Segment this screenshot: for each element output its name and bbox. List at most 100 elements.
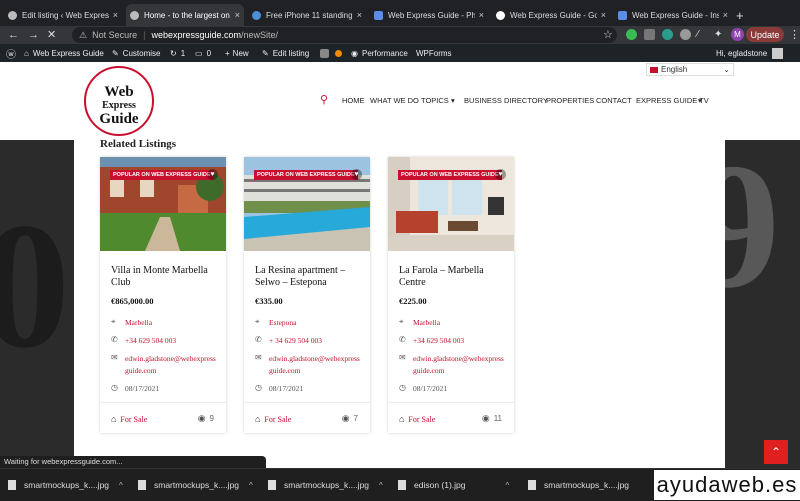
listing-card[interactable]: POPULAR ON WEB EXPRESS GUIDE ♥ La Farola…: [388, 157, 514, 433]
address-bar-row: ← → ✕ ⚠ Not Secure | webexpressguide.com…: [0, 26, 800, 44]
card-divider: [244, 402, 370, 403]
close-icon[interactable]: ×: [113, 10, 118, 20]
card-divider: [100, 402, 226, 403]
yoast-icon[interactable]: [320, 44, 329, 62]
tab-google[interactable]: Web Express Guide - Goog×: [492, 4, 610, 26]
url-divider: |: [143, 30, 146, 40]
download-item[interactable]: smartmockups_k....jpg ^: [268, 478, 383, 492]
bookmark-star-icon[interactable]: ☆: [603, 28, 613, 42]
chevron-up-icon[interactable]: ^: [379, 481, 383, 490]
chevron-up-icon[interactable]: ^: [119, 481, 123, 490]
wp-site-link[interactable]: ⌂ Web Express Guide: [24, 44, 104, 62]
tab-insights[interactable]: Web Express Guide - Insigh×: [614, 4, 732, 26]
nav-home[interactable]: HOME: [342, 96, 365, 105]
listing-phone[interactable]: ✆ +34 629 504 003: [399, 335, 505, 347]
listing-location[interactable]: ⌖ Marbella: [111, 317, 217, 329]
wp-new-link[interactable]: + New: [225, 44, 249, 62]
chevron-up-icon[interactable]: ^: [506, 481, 510, 490]
listing-status[interactable]: ⌂ For Sale: [111, 414, 147, 424]
nav-contact[interactable]: CONTACT: [596, 96, 632, 105]
download-item[interactable]: edison (1).jpg ^: [398, 478, 509, 492]
tab-edit-listing[interactable]: Edit listing ‹ Web Express G×: [4, 4, 122, 26]
url-bar[interactable]: ⚠ Not Secure | webexpressguide.com/newSi…: [72, 27, 617, 43]
back-to-top-button[interactable]: ⌃: [764, 440, 788, 464]
listing-status[interactable]: ⌂ For Sale: [399, 414, 435, 424]
listing-title[interactable]: La Farola – Marbella Centre: [399, 265, 507, 289]
file-icon: [8, 480, 16, 490]
listing-card[interactable]: POPULAR ON WEB EXPRESS GUIDE ♥ La Resina…: [244, 157, 370, 433]
favorite-heart-icon[interactable]: ♥: [495, 169, 506, 180]
extension-shield-icon[interactable]: [644, 29, 655, 40]
extension-grammarly-icon[interactable]: [626, 29, 637, 40]
close-icon[interactable]: ×: [357, 10, 362, 20]
close-icon[interactable]: ×: [723, 10, 728, 20]
wp-updates-link[interactable]: ↻ 1: [170, 44, 185, 62]
close-icon[interactable]: ×: [235, 10, 240, 20]
phone-icon: ✆: [255, 335, 262, 344]
url-path: /newSite/: [241, 30, 279, 40]
wordpress-logo-icon[interactable]: ⓦ: [6, 44, 16, 62]
listing-views: ◉ 9: [197, 413, 214, 423]
listing-email[interactable]: ✉ edwin.gladstone@webexpressguide.com: [255, 353, 361, 377]
listing-title[interactable]: La Resina apartment – Selwo – Estepona: [255, 265, 363, 289]
download-item[interactable]: smartmockups_k....jpg: [528, 478, 629, 492]
brush-icon: ✎: [112, 48, 119, 58]
profile-avatar[interactable]: M: [731, 28, 744, 41]
wp-customise-link[interactable]: ✎ Customise: [112, 44, 161, 62]
menu-kebab-icon[interactable]: ⋮: [789, 28, 800, 42]
wp-wpforms-link[interactable]: WPForms: [416, 44, 452, 62]
favorite-heart-icon[interactable]: ♥: [207, 169, 218, 180]
envelope-icon: ✉: [111, 353, 118, 362]
chevron-up-icon: ⌃: [770, 445, 782, 459]
download-item[interactable]: smartmockups_k....jpg ^: [138, 478, 253, 492]
wordpress-icon: [8, 10, 17, 20]
search-icon[interactable]: ⚲: [320, 93, 328, 106]
download-item[interactable]: smartmockups_k....jpg ^: [8, 478, 123, 492]
site-logo[interactable]: Web Express Guide: [84, 66, 154, 136]
chevron-up-icon[interactable]: ^: [249, 481, 253, 490]
extension-gray-icon[interactable]: [680, 29, 691, 40]
warning-icon: ⚠: [79, 29, 88, 40]
extension-circle-icon[interactable]: [662, 29, 673, 40]
forward-arrow-icon[interactable]: →: [28, 28, 39, 42]
close-icon[interactable]: ×: [479, 10, 484, 20]
tab-free-iphone[interactable]: Free iPhone 11 standing on×: [248, 4, 366, 26]
insights-icon: [618, 10, 627, 20]
tab-home[interactable]: Home - to the largest on an×: [126, 4, 244, 26]
wp-performance-link[interactable]: ◉ Performance: [351, 44, 408, 62]
wp-account-link[interactable]: Hi, egladstone: [716, 44, 784, 62]
back-arrow-icon[interactable]: ←: [8, 28, 19, 42]
listing-location[interactable]: ⌖ Marbella: [399, 317, 505, 329]
close-icon[interactable]: ×: [601, 10, 606, 20]
nav-properties[interactable]: PROPERTIES: [546, 96, 594, 105]
popular-badge: POPULAR ON WEB EXPRESS GUIDE: [110, 170, 214, 180]
listing-location[interactable]: ⌖ Estepona: [255, 317, 361, 329]
wp-comments-link[interactable]: ▭ 0: [195, 44, 211, 62]
pencil-icon: ✎: [262, 48, 269, 58]
listing-email[interactable]: ✉ edwin.gladstone@webexpressguide.com: [111, 353, 217, 377]
eyedropper-icon[interactable]: ⁄: [697, 28, 699, 42]
nav-what-we-do[interactable]: WHAT WE DO: [370, 96, 419, 105]
listing-phone[interactable]: ✆ + 34 629 504 003: [255, 335, 361, 347]
listing-email[interactable]: ✉ edwin.gladstone@webexpressguide.com: [399, 353, 505, 377]
favorite-heart-icon[interactable]: ♥: [351, 169, 362, 180]
listing-card[interactable]: POPULAR ON WEB EXPRESS GUIDE ♥ Villa in …: [100, 157, 226, 433]
clock-icon: ◷: [399, 383, 406, 392]
listing-status[interactable]: ⌂ For Sale: [255, 414, 291, 424]
envelope-icon: ✉: [255, 353, 262, 362]
nav-topics[interactable]: TOPICS: [421, 96, 449, 105]
nav-business-directory[interactable]: BUSINESS DIRECTORY: [464, 96, 548, 105]
listing-title[interactable]: Villa in Monte Marbella Club: [111, 265, 219, 289]
stop-loading-icon[interactable]: ✕: [47, 28, 56, 42]
home-icon: ⌂: [24, 48, 29, 58]
popular-badge: POPULAR ON WEB EXPRESS GUIDE: [398, 170, 502, 180]
related-listings-heading: Related Listings: [100, 138, 177, 150]
listing-phone[interactable]: ✆ +34 629 504 003: [111, 335, 217, 347]
popular-badge: POPULAR ON WEB EXPRESS GUIDE: [254, 170, 358, 180]
wp-edit-listing-link[interactable]: ✎ Edit listing: [262, 44, 309, 62]
tab-photos[interactable]: Web Express Guide - Photos×: [370, 4, 488, 26]
update-button[interactable]: Update: [746, 27, 784, 42]
language-selector[interactable]: English ⌄: [646, 63, 734, 76]
new-tab-button[interactable]: +: [736, 4, 752, 26]
extensions-puzzle-icon[interactable]: ✦: [714, 28, 722, 42]
